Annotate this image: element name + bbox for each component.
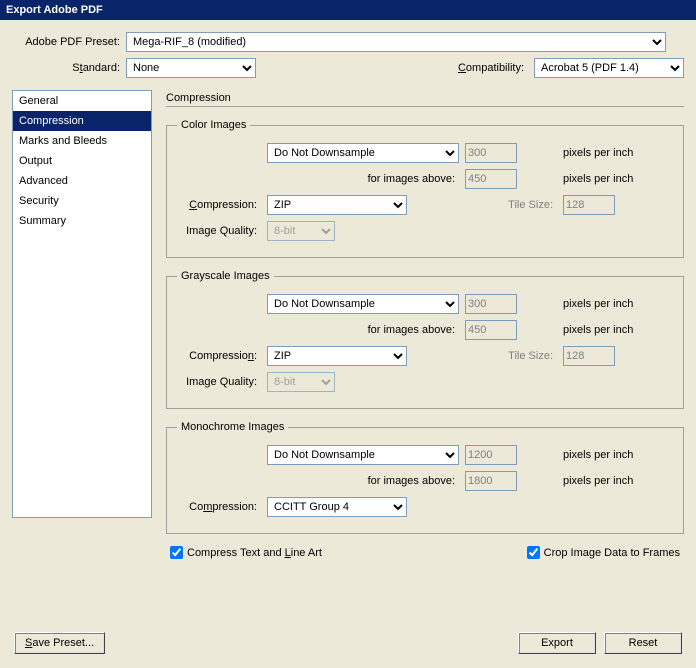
mono-downsample-select[interactable]: Do Not Downsample <box>267 445 459 465</box>
sidebar-item-marks-and-bleeds[interactable]: Marks and Bleeds <box>13 131 151 151</box>
sidebar-item-compression[interactable]: Compression <box>13 111 151 131</box>
sidebar-item-summary[interactable]: Summary <box>13 211 151 231</box>
gray-dpi-input <box>465 294 517 314</box>
reset-button[interactable]: Reset <box>604 632 682 654</box>
export-button[interactable]: Export <box>518 632 596 654</box>
preset-select[interactable]: Mega-RIF_8 (modified) <box>126 32 666 52</box>
mono-compression-label: Compression: <box>177 501 261 513</box>
mono-above-dpi-input <box>465 471 517 491</box>
sidebar-item-security[interactable]: Security <box>13 191 151 211</box>
color-unit-label: pixels per inch <box>563 147 655 159</box>
mono-unit-label: pixels per inch <box>563 449 655 461</box>
mono-compression-select[interactable]: CCITT Group 4 <box>267 497 407 517</box>
standard-select[interactable]: None <box>126 58 256 78</box>
color-compression-label: Compression: <box>177 199 261 211</box>
gray-compression-select[interactable]: ZIP <box>267 346 407 366</box>
sidebar-item-advanced[interactable]: Advanced <box>13 171 151 191</box>
color-compression-select[interactable]: ZIP <box>267 195 407 215</box>
color-downsample-select[interactable]: Do Not Downsample <box>267 143 459 163</box>
mono-unit-label-2: pixels per inch <box>563 475 655 487</box>
gray-downsample-select[interactable]: Do Not Downsample <box>267 294 459 314</box>
gray-quality-label: Image Quality: <box>177 376 261 388</box>
compatibility-label: Compatibility: <box>458 62 528 74</box>
save-preset-button[interactable]: Save Preset... <box>14 632 105 654</box>
color-above-dpi-input <box>465 169 517 189</box>
monochrome-images-group: Monochrome Images Do Not Downsample pixe… <box>166 421 684 534</box>
gray-tile-input <box>563 346 615 366</box>
content-panel: Compression Color Images Do Not Downsamp… <box>166 90 684 559</box>
color-quality-select: 8-bit <box>267 221 335 241</box>
color-above-label: for images above: <box>267 173 459 185</box>
compatibility-select[interactable]: Acrobat 5 (PDF 1.4) <box>534 58 684 78</box>
crop-image-checkbox[interactable]: Crop Image Data to Frames <box>527 546 680 559</box>
compress-text-checkbox[interactable]: Compress Text and Line Art <box>170 546 322 559</box>
gray-above-label: for images above: <box>267 324 459 336</box>
crop-image-checkbox-input[interactable] <box>527 546 540 559</box>
compress-text-label: Compress Text and Line Art <box>187 547 322 559</box>
compress-text-checkbox-input[interactable] <box>170 546 183 559</box>
color-quality-label: Image Quality: <box>177 225 261 237</box>
color-tile-input <box>563 195 615 215</box>
category-sidebar: General Compression Marks and Bleeds Out… <box>12 90 152 518</box>
preset-label: Adobe PDF Preset: <box>12 36 120 48</box>
gray-compression-label: Compression: <box>177 350 261 362</box>
content-header: Compression <box>166 90 684 107</box>
color-dpi-input <box>465 143 517 163</box>
standard-label: Standard: <box>12 62 120 74</box>
grayscale-images-group: Grayscale Images Do Not Downsample pixel… <box>166 270 684 409</box>
window-titlebar: Export Adobe PDF <box>0 0 696 20</box>
gray-quality-select: 8-bit <box>267 372 335 392</box>
color-unit-label-2: pixels per inch <box>563 173 655 185</box>
gray-unit-label: pixels per inch <box>563 298 655 310</box>
crop-image-label: Crop Image Data to Frames <box>544 547 680 559</box>
gray-tile-label: Tile Size: <box>465 350 557 362</box>
sidebar-item-general[interactable]: General <box>13 91 151 111</box>
gray-unit-label-2: pixels per inch <box>563 324 655 336</box>
grayscale-images-legend: Grayscale Images <box>177 270 274 282</box>
mono-above-label: for images above: <box>267 475 459 487</box>
monochrome-images-legend: Monochrome Images <box>177 421 288 433</box>
color-images-group: Color Images Do Not Downsample pixels pe… <box>166 119 684 258</box>
mono-dpi-input <box>465 445 517 465</box>
color-images-legend: Color Images <box>177 119 250 131</box>
sidebar-item-output[interactable]: Output <box>13 151 151 171</box>
dialog-body: Adobe PDF Preset: Mega-RIF_8 (modified) … <box>0 20 696 668</box>
gray-above-dpi-input <box>465 320 517 340</box>
color-tile-label: Tile Size: <box>465 199 557 211</box>
